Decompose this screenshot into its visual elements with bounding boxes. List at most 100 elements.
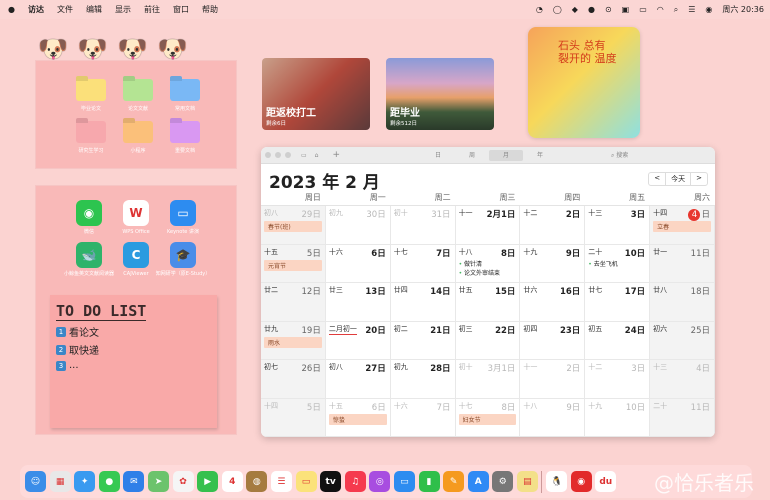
folder-icon[interactable]: [76, 79, 106, 101]
day-cell[interactable]: 十三 4日: [650, 360, 715, 399]
dock-calendar-icon[interactable]: 4: [221, 471, 243, 492]
day-cell[interactable]: 十四 4 日立春: [650, 206, 715, 245]
countdown-widget-graduation[interactable]: 距毕业 剩余512日: [386, 58, 494, 130]
dock-photos-icon[interactable]: ✿: [172, 471, 194, 492]
day-cell[interactable]: 十八 8日做针清论文外审结束: [455, 244, 521, 283]
day-cell[interactable]: 十六 7日: [390, 398, 456, 437]
day-cell[interactable]: 十九 10日: [585, 398, 651, 437]
holiday-event[interactable]: 立春: [653, 221, 711, 232]
spotlight-icon[interactable]: ⌕: [674, 5, 678, 15]
day-cell[interactable]: 初二 21日: [390, 321, 456, 360]
folder-label[interactable]: 研究生学习: [66, 147, 116, 154]
countdown-widget-work[interactable]: 距返校打工 剩余6日: [262, 58, 370, 130]
day-cell[interactable]: 十五 5日 元宵节: [261, 244, 326, 283]
wifi-icon[interactable]: ◠: [657, 5, 664, 14]
vpn-icon[interactable]: ◆: [572, 5, 578, 14]
day-cell[interactable]: 初十 31日: [390, 206, 456, 245]
event-item[interactable]: 去坐飞机: [588, 260, 618, 269]
day-cell[interactable]: 十二 3日: [585, 360, 651, 399]
folder-label[interactable]: 重要文档: [160, 147, 210, 154]
day-cell[interactable]: 初五 24日: [585, 321, 651, 360]
day-cell[interactable]: 廿七 17日: [585, 283, 651, 322]
minimize-button[interactable]: [275, 152, 281, 158]
app-icon-5[interactable]: 🎓: [170, 242, 196, 268]
menu-go[interactable]: 前往: [144, 4, 160, 15]
folder-label[interactable]: 论文文献: [113, 105, 163, 112]
app-icon-0[interactable]: ◉: [76, 200, 102, 226]
dock-facetime-icon[interactable]: ▶: [197, 471, 219, 492]
day-cell[interactable]: 十七 8日 妇女节: [455, 398, 521, 437]
dock-launchpad-icon[interactable]: ▦: [49, 471, 71, 492]
day-cell[interactable]: 廿一 11日: [650, 244, 715, 283]
tab-year[interactable]: 年: [523, 150, 557, 161]
day-cell[interactable]: 廿六 16日: [520, 283, 586, 322]
event-item[interactable]: 做针清: [459, 260, 500, 269]
app-icon-4[interactable]: C: [123, 242, 149, 268]
day-cell[interactable]: 十一 2日: [520, 360, 586, 399]
day-cell[interactable]: 廿二 12日: [261, 283, 326, 322]
dock-qq-icon[interactable]: 🐧: [546, 471, 568, 492]
dock-finder-icon[interactable]: ☺: [25, 471, 46, 492]
day-cell[interactable]: 十五 6日 惊蛰: [325, 398, 391, 437]
day-cell[interactable]: 十八 9日: [520, 398, 586, 437]
day-cell[interactable]: 初六 25日: [650, 321, 715, 360]
todo-note[interactable]: TO DO LIST 1 看论文 2 取快递 3...: [50, 295, 217, 428]
siri-icon[interactable]: ◉: [705, 5, 712, 14]
day-cell[interactable]: 十一 2月1日: [455, 206, 521, 245]
dock-system-preferences-icon[interactable]: ⚙: [492, 471, 514, 492]
folder-icon[interactable]: [76, 121, 106, 143]
inbox-icon[interactable]: ⌂: [315, 152, 319, 159]
holiday-event[interactable]: 雨水: [264, 336, 322, 348]
day-cell[interactable]: 十四 5日: [261, 398, 326, 437]
folder-label[interactable]: 小程序: [113, 147, 163, 154]
day-cell[interactable]: 初八 27日: [325, 360, 391, 399]
day-cell[interactable]: 初八 29日 春节(班): [261, 206, 326, 245]
tab-week[interactable]: 周: [455, 150, 489, 161]
app-icon-3[interactable]: 🐋: [76, 242, 102, 268]
day-cell[interactable]: 初三 22日: [455, 321, 521, 360]
dock-maps-icon[interactable]: ➤: [147, 471, 169, 492]
event-item[interactable]: 论文外审结束: [459, 269, 500, 278]
day-cell[interactable]: 初九 28日: [390, 360, 456, 399]
tab-day[interactable]: 日: [421, 150, 455, 161]
status-app-icon[interactable]: ◔: [536, 5, 543, 14]
next-month-button[interactable]: >: [690, 173, 707, 185]
day-cell[interactable]: 廿三 13日: [325, 283, 391, 322]
day-cell[interactable]: 初四 23日: [520, 321, 586, 360]
day-cell[interactable]: 十二 2日: [520, 206, 586, 245]
timer-icon[interactable]: ◯: [553, 5, 562, 14]
folder-icon[interactable]: [123, 121, 153, 143]
dock-messages-icon[interactable]: ●: [98, 471, 120, 492]
dock-numbers-icon[interactable]: ▮: [418, 471, 440, 492]
day-cell[interactable]: 二十 10日去坐飞机: [585, 244, 651, 283]
day-cell[interactable]: 初九 30日: [325, 206, 391, 245]
qq-status-icon[interactable]: ●: [588, 5, 595, 14]
holiday-event[interactable]: 春节(班): [264, 221, 322, 232]
dock-app-store-icon[interactable]: A: [467, 471, 489, 492]
search-input[interactable]: ⌕ 搜索: [607, 150, 707, 161]
day-cell[interactable]: 廿八 18日: [650, 283, 715, 322]
menu-view[interactable]: 显示: [115, 4, 131, 15]
day-cell[interactable]: 初七 26日: [261, 360, 326, 399]
menu-edit[interactable]: 编辑: [86, 4, 102, 15]
day-cell[interactable]: 十六 6日: [325, 244, 391, 283]
apple-menu-icon[interactable]: ●: [8, 5, 15, 14]
day-cell[interactable]: 廿九 19日 雨水: [261, 321, 326, 360]
calendars-icon[interactable]: ▭: [301, 152, 307, 159]
holiday-event[interactable]: 惊蛰: [328, 413, 387, 425]
prev-month-button[interactable]: <: [649, 173, 665, 185]
dock-podcasts-icon[interactable]: ◎: [369, 471, 391, 492]
app-icon-1[interactable]: W: [123, 200, 149, 226]
dock-notes-icon[interactable]: ▭: [295, 471, 317, 492]
dock-pages-icon[interactable]: ✎: [443, 471, 465, 492]
menu-file[interactable]: 文件: [57, 4, 73, 15]
dock-keynote-icon[interactable]: ▭: [393, 471, 415, 492]
dock-safari-icon[interactable]: ✦: [74, 471, 96, 492]
dock-reminders-icon[interactable]: ☰: [270, 471, 292, 492]
close-button[interactable]: [265, 152, 271, 158]
day-cell[interactable]: 十九 9日: [520, 244, 586, 283]
folder-label[interactable]: 常用文档: [160, 105, 210, 112]
zoom-button[interactable]: [285, 152, 291, 158]
dock-mail-icon[interactable]: ✉: [123, 471, 145, 492]
app-icon-2[interactable]: ▭: [170, 200, 196, 226]
